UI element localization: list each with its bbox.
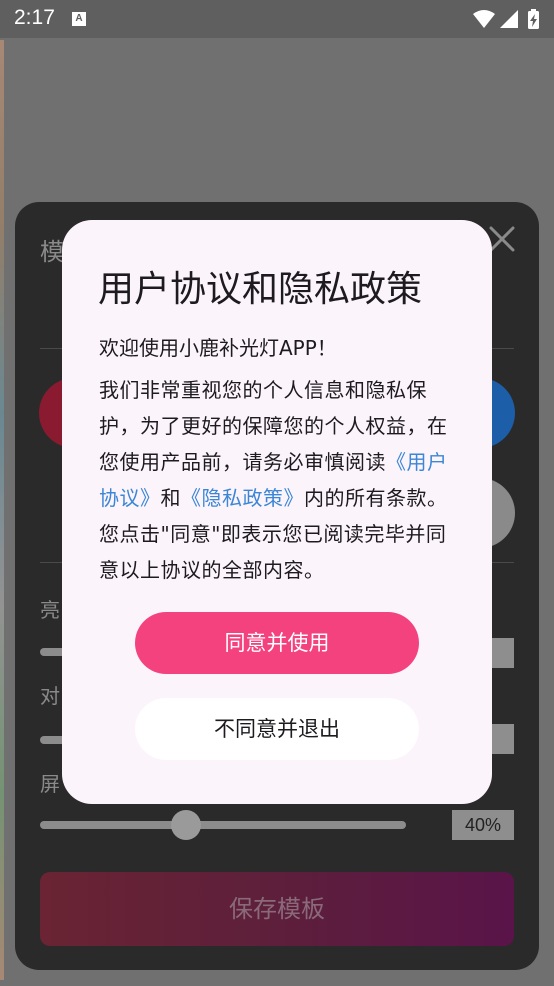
screen-slider[interactable] [40,821,406,829]
screen-value: 40% [452,810,514,840]
dialog-welcome: 欢迎使用小鹿补光灯APP！ [99,336,337,360]
status-time: 2:17 [14,6,55,29]
decline-button[interactable]: 不同意并退出 [135,698,419,760]
privacy-dialog: 用户协议和隐私政策 欢迎使用小鹿补光灯APP！ 我们非常重视您的个人信息和隐私保… [62,220,492,804]
brightness-label: 亮 [40,598,60,622]
status-bar: 2:17 A [0,0,554,38]
contrast-label: 对 [40,684,60,708]
dialog-body: 我们非常重视您的个人信息和隐私保护，为了更好的保障您的个人权益，在您使用产品前，… [99,372,461,588]
privacy-policy-link[interactable]: 《隐私政策》 [181,486,304,510]
notification-icon: A [72,12,86,26]
panel-title: 模 [40,238,64,266]
screen-label: 屏 [40,772,60,796]
background-app-edge [0,40,4,980]
screen-slider-thumb[interactable] [171,810,201,840]
battery-charging-icon [528,9,539,29]
status-icons [473,9,539,29]
save-template-button[interactable]: 保存模板 [40,872,514,946]
dialog-title: 用户协议和隐私政策 [98,269,423,310]
dialog-body-connector: 和 [160,486,181,510]
signal-icon [500,10,518,28]
agree-button[interactable]: 同意并使用 [135,612,419,674]
wifi-icon [473,10,495,28]
